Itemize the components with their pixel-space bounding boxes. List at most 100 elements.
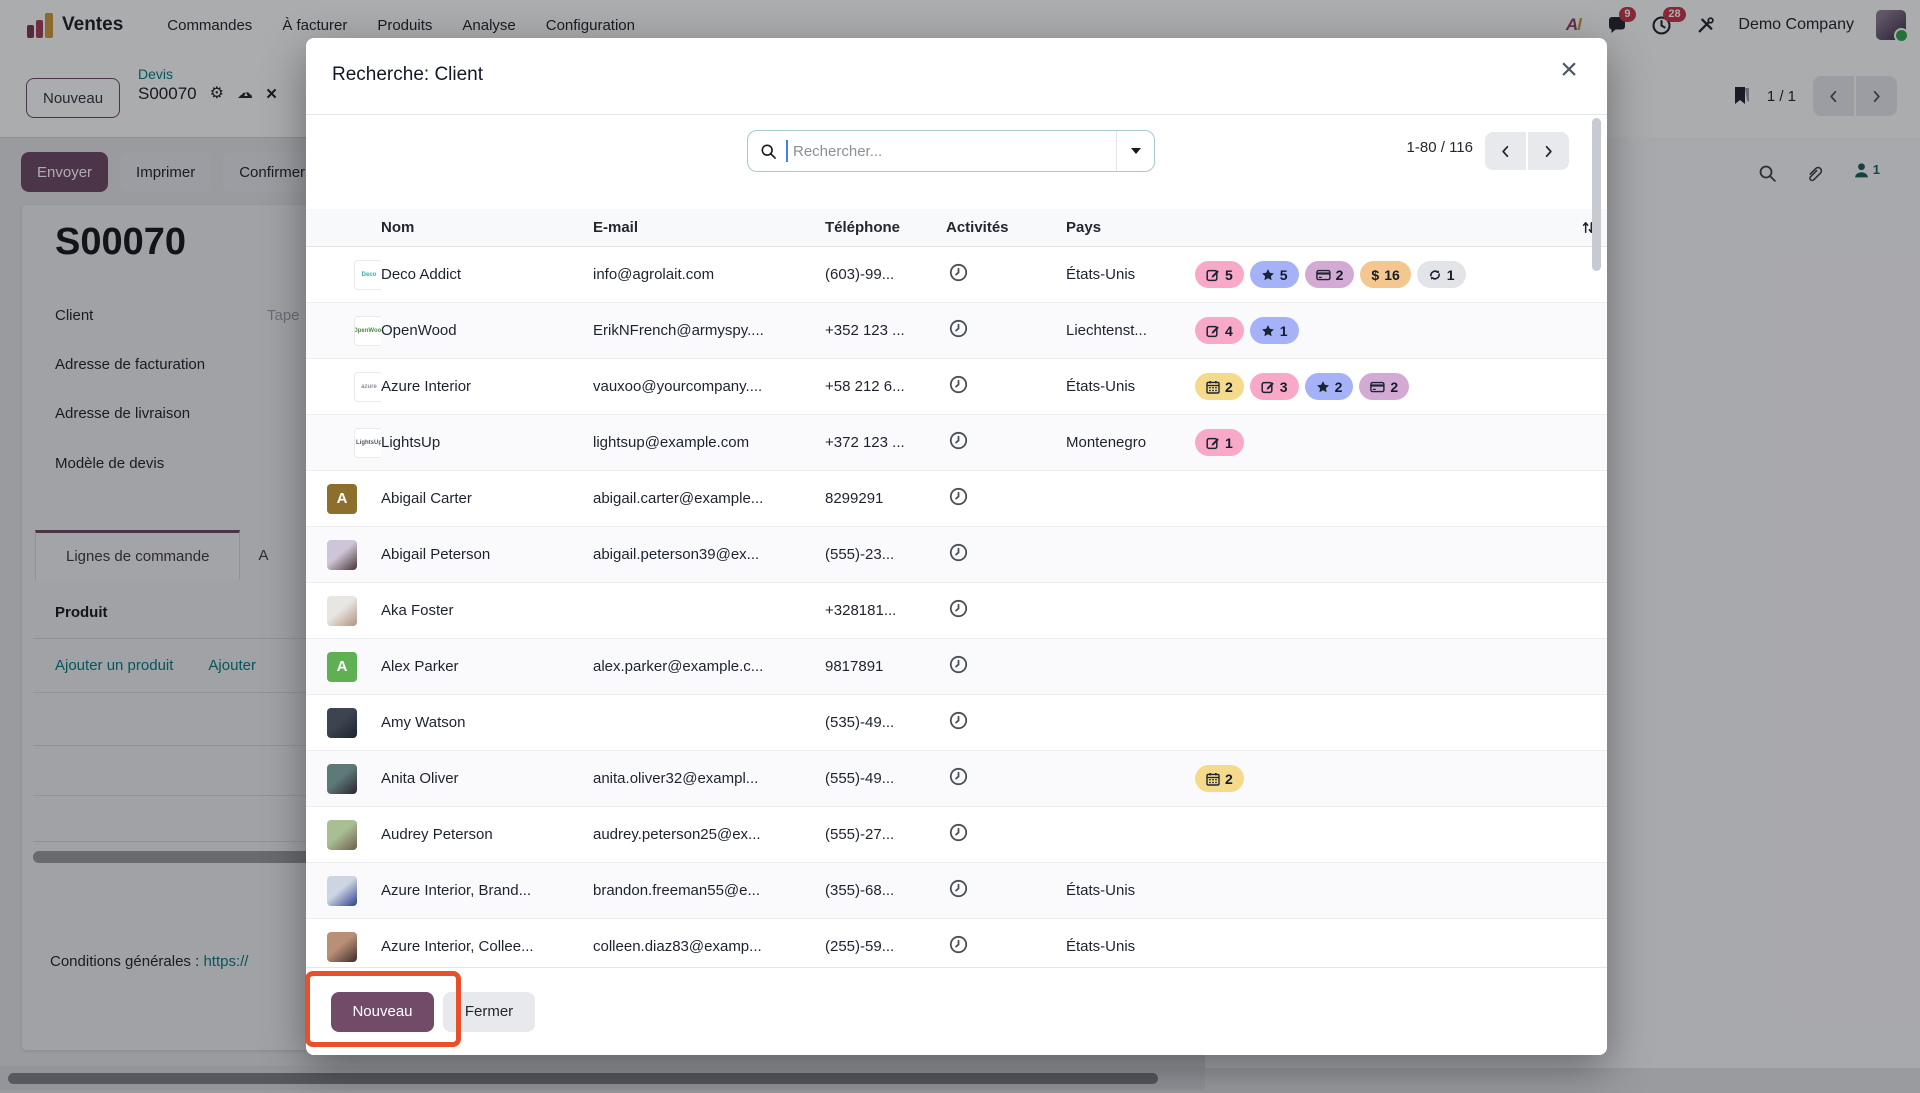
avatar: OpenWood [354, 316, 381, 346]
dialog-title: Recherche: Client [332, 64, 483, 86]
list-prev-page-button[interactable] [1485, 132, 1526, 170]
client-name: OpenWood [381, 322, 593, 339]
schedule-activity-clock-icon[interactable] [949, 655, 968, 674]
col-nom[interactable]: Nom [381, 219, 593, 236]
kpi-badge-edit: 4 [1195, 317, 1244, 344]
client-phone: (355)-68... [825, 882, 946, 899]
text-cursor [786, 140, 788, 162]
client-name: Azure Interior, Collee... [381, 938, 593, 955]
list-vscrollbar[interactable] [1592, 118, 1601, 271]
caret-down-icon [1131, 148, 1141, 154]
client-country: Montenegro [1066, 434, 1195, 451]
client-name: Aka Foster [381, 602, 593, 619]
client-phone: +372 123 ... [825, 434, 946, 451]
client-email: audrey.peterson25@ex... [593, 826, 825, 843]
client-phone: +352 123 ... [825, 322, 946, 339]
client-country: États-Unis [1066, 938, 1195, 955]
kpi-badge-calendar: 2 [1195, 373, 1244, 400]
search-dropdown-toggle[interactable] [1116, 131, 1154, 171]
client-row[interactable]: Anita Oliver anita.oliver32@exampl... (5… [306, 751, 1607, 807]
client-phone: +328181... [825, 602, 946, 619]
client-kpi-badges: 2322 [1195, 373, 1557, 400]
schedule-activity-clock-icon[interactable] [949, 823, 968, 842]
kpi-badge-edit: 5 [1195, 261, 1244, 288]
kpi-badge-star: 2 [1305, 373, 1354, 400]
schedule-activity-clock-icon[interactable] [949, 543, 968, 562]
col-activites[interactable]: Activités [946, 219, 1066, 236]
client-country: États-Unis [1066, 266, 1195, 283]
avatar [327, 932, 357, 962]
list-header: Nom E-mail Téléphone Activités Pays [306, 209, 1607, 247]
client-row[interactable]: A Alex Parker alex.parker@example.c... 9… [306, 639, 1607, 695]
schedule-activity-clock-icon[interactable] [949, 935, 968, 954]
client-email: info@agrolait.com [593, 266, 825, 283]
client-name: LightsUp [381, 434, 593, 451]
avatar: A [327, 484, 357, 514]
client-email: colleen.diaz83@examp... [593, 938, 825, 955]
client-row[interactable]: azure Azure Interior vauxoo@yourcompany.… [306, 359, 1607, 415]
client-phone: 9817891 [825, 658, 946, 675]
col-telephone[interactable]: Téléphone [825, 219, 946, 236]
list-next-page-button[interactable] [1528, 132, 1569, 170]
client-phone: (535)-49... [825, 714, 946, 731]
client-row[interactable]: Audrey Peterson audrey.peterson25@ex... … [306, 807, 1607, 863]
client-row[interactable]: Deco Deco Addict info@agrolait.com (603)… [306, 247, 1607, 303]
schedule-activity-clock-icon[interactable] [949, 487, 968, 506]
schedule-activity-clock-icon[interactable] [949, 319, 968, 338]
client-row[interactable]: Abigail Peterson abigail.peterson39@ex..… [306, 527, 1607, 583]
client-row[interactable]: OpenWood OpenWood ErikNFrench@armyspy...… [306, 303, 1607, 359]
client-email: abigail.peterson39@ex... [593, 546, 825, 563]
client-phone: (255)-59... [825, 938, 946, 955]
client-kpi-badges: 41 [1195, 317, 1557, 344]
client-name: Amy Watson [381, 714, 593, 731]
client-name: Alex Parker [381, 658, 593, 675]
dialog-search-row: 1-80 / 116 [306, 115, 1607, 209]
client-phone: (555)-23... [825, 546, 946, 563]
dialog-footer: Nouveau Fermer [306, 967, 1607, 1055]
search-icon [760, 143, 777, 160]
avatar: Deco [354, 260, 381, 290]
client-phone: (555)-27... [825, 826, 946, 843]
client-email: lightsup@example.com [593, 434, 825, 451]
schedule-activity-clock-icon[interactable] [949, 263, 968, 282]
search-input[interactable] [791, 142, 1116, 161]
schedule-activity-clock-icon[interactable] [949, 599, 968, 618]
client-email: alex.parker@example.c... [593, 658, 825, 675]
client-name: Abigail Peterson [381, 546, 593, 563]
col-email[interactable]: E-mail [593, 219, 825, 236]
client-phone: +58 212 6... [825, 378, 946, 395]
kpi-badge-star: 5 [1250, 261, 1299, 288]
avatar: A [327, 652, 357, 682]
tutorial-highlight-rect [305, 971, 461, 1047]
avatar [327, 820, 357, 850]
dialog-close-icon[interactable]: × [1551, 52, 1587, 88]
search-box [747, 130, 1155, 172]
col-pays[interactable]: Pays [1066, 219, 1195, 236]
client-email: brandon.freeman55@e... [593, 882, 825, 899]
client-row[interactable]: Amy Watson (535)-49... [306, 695, 1607, 751]
kpi-badge-edit: 3 [1250, 373, 1299, 400]
client-row[interactable]: Aka Foster +328181... [306, 583, 1607, 639]
schedule-activity-clock-icon[interactable] [949, 711, 968, 730]
client-name: Azure Interior, Brand... [381, 882, 593, 899]
kpi-badge-star: 1 [1250, 317, 1299, 344]
client-row[interactable]: Azure Interior, Brand... brandon.freeman… [306, 863, 1607, 919]
client-email: ErikNFrench@armyspy.... [593, 322, 825, 339]
schedule-activity-clock-icon[interactable] [949, 431, 968, 450]
client-list: Deco Deco Addict info@agrolait.com (603)… [306, 247, 1607, 983]
avatar: azure [354, 372, 381, 402]
client-country: Liechtenst... [1066, 322, 1195, 339]
avatar [327, 764, 357, 794]
schedule-activity-clock-icon[interactable] [949, 879, 968, 898]
schedule-activity-clock-icon[interactable] [949, 375, 968, 394]
kpi-badge-sync: 1 [1417, 261, 1466, 288]
screen: Ventes Commandes À facturer Produits Ana… [0, 0, 1920, 1093]
client-row[interactable]: LightsUp LightsUp lightsup@example.com +… [306, 415, 1607, 471]
column-settings-icon[interactable] [1557, 219, 1597, 236]
kpi-badge-calendar: 2 [1195, 765, 1244, 792]
schedule-activity-clock-icon[interactable] [949, 767, 968, 786]
kpi-badge-dollar: $16 [1360, 261, 1410, 288]
client-row[interactable]: A Abigail Carter abigail.carter@example.… [306, 471, 1607, 527]
search-client-dialog: Recherche: Client × 1-80 / 116 [306, 38, 1607, 1055]
client-name: Audrey Peterson [381, 826, 593, 843]
